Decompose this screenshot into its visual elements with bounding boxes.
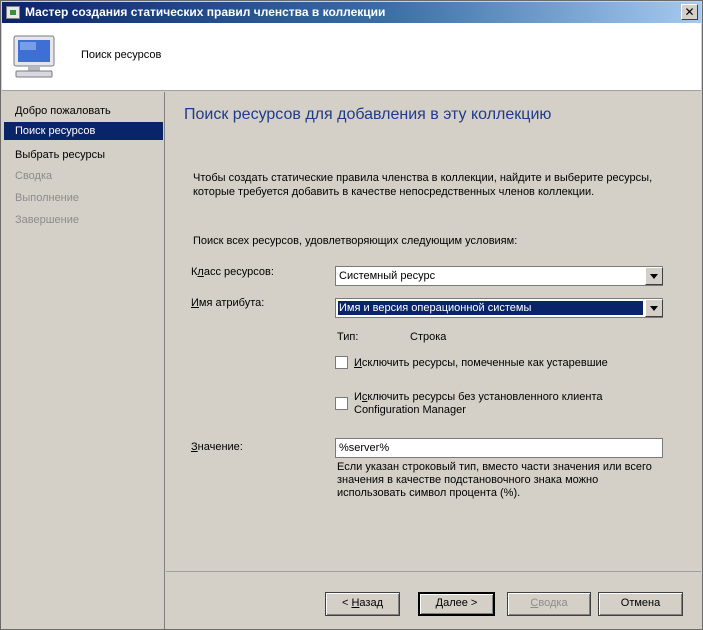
wizard-app-icon [6,6,20,19]
nav-item-summary: Сводка [15,170,53,182]
type-value: Строка [410,331,447,343]
cancel-button[interactable]: Отмена [598,592,683,616]
value-input[interactable] [335,438,663,458]
value-label: Значение: [191,441,243,453]
exclude-obsolete-checkbox[interactable] [335,356,348,369]
title-bar: Мастер создания статических правил членс… [2,2,701,23]
nav-item-select-resources[interactable]: Выбрать ресурсы [4,146,163,164]
criteria-label: Поиск всех ресурсов, удовлетворяющих сле… [193,235,518,247]
header-title: Поиск ресурсов [81,49,162,61]
wizard-footer: < Назад Далее > Сводка Отмена [166,571,701,629]
window-title: Мастер создания статических правил членс… [25,5,386,19]
wildcard-hint: Если указан строковый тип, вместо части … [337,461,652,499]
wizard-header: Поиск ресурсов [2,23,701,91]
wizard-window: Мастер создания статических правил членс… [0,0,703,630]
attribute-name-label: Имя атрибута: [191,297,265,309]
computer-icon [13,35,55,78]
resource-class-label: Класс ресурсов: [191,266,274,278]
chevron-down-icon[interactable] [645,267,663,285]
attribute-name-select[interactable]: Имя и версия операционной системы [335,298,663,318]
nav-item-welcome[interactable]: Добро пожаловать [4,102,163,120]
exclude-obsolete-label[interactable]: Исключить ресурсы, помеченные как устаре… [354,357,608,370]
attribute-name-value: Имя и версия операционной системы [338,301,643,315]
page-description: Чтобы создать статические правила членст… [193,172,653,198]
nav-item-search-resources[interactable]: Поиск ресурсов [4,122,163,140]
chevron-down-icon[interactable] [645,299,663,317]
wizard-page: Поиск ресурсов для добавления в эту колл… [166,92,701,570]
resource-class-select[interactable]: Системный ресурс [335,266,663,286]
wizard-nav: Добро пожаловать Поиск ресурсов Выбрать … [2,92,165,629]
nav-item-completion: Завершение [15,214,79,226]
exclude-no-client-label[interactable]: Исключить ресурсы без установленного кли… [354,391,602,417]
summary-button: Сводка [507,592,591,616]
resource-class-value: Системный ресурс [339,270,436,282]
next-button[interactable]: Далее > [418,592,495,616]
back-button[interactable]: < Назад [325,592,400,616]
nav-item-progress: Выполнение [15,192,80,204]
close-button[interactable]: ✕ [681,4,698,20]
page-title: Поиск ресурсов для добавления в эту колл… [184,106,552,123]
exclude-no-client-checkbox[interactable] [335,397,348,410]
type-label: Тип: [337,331,359,343]
